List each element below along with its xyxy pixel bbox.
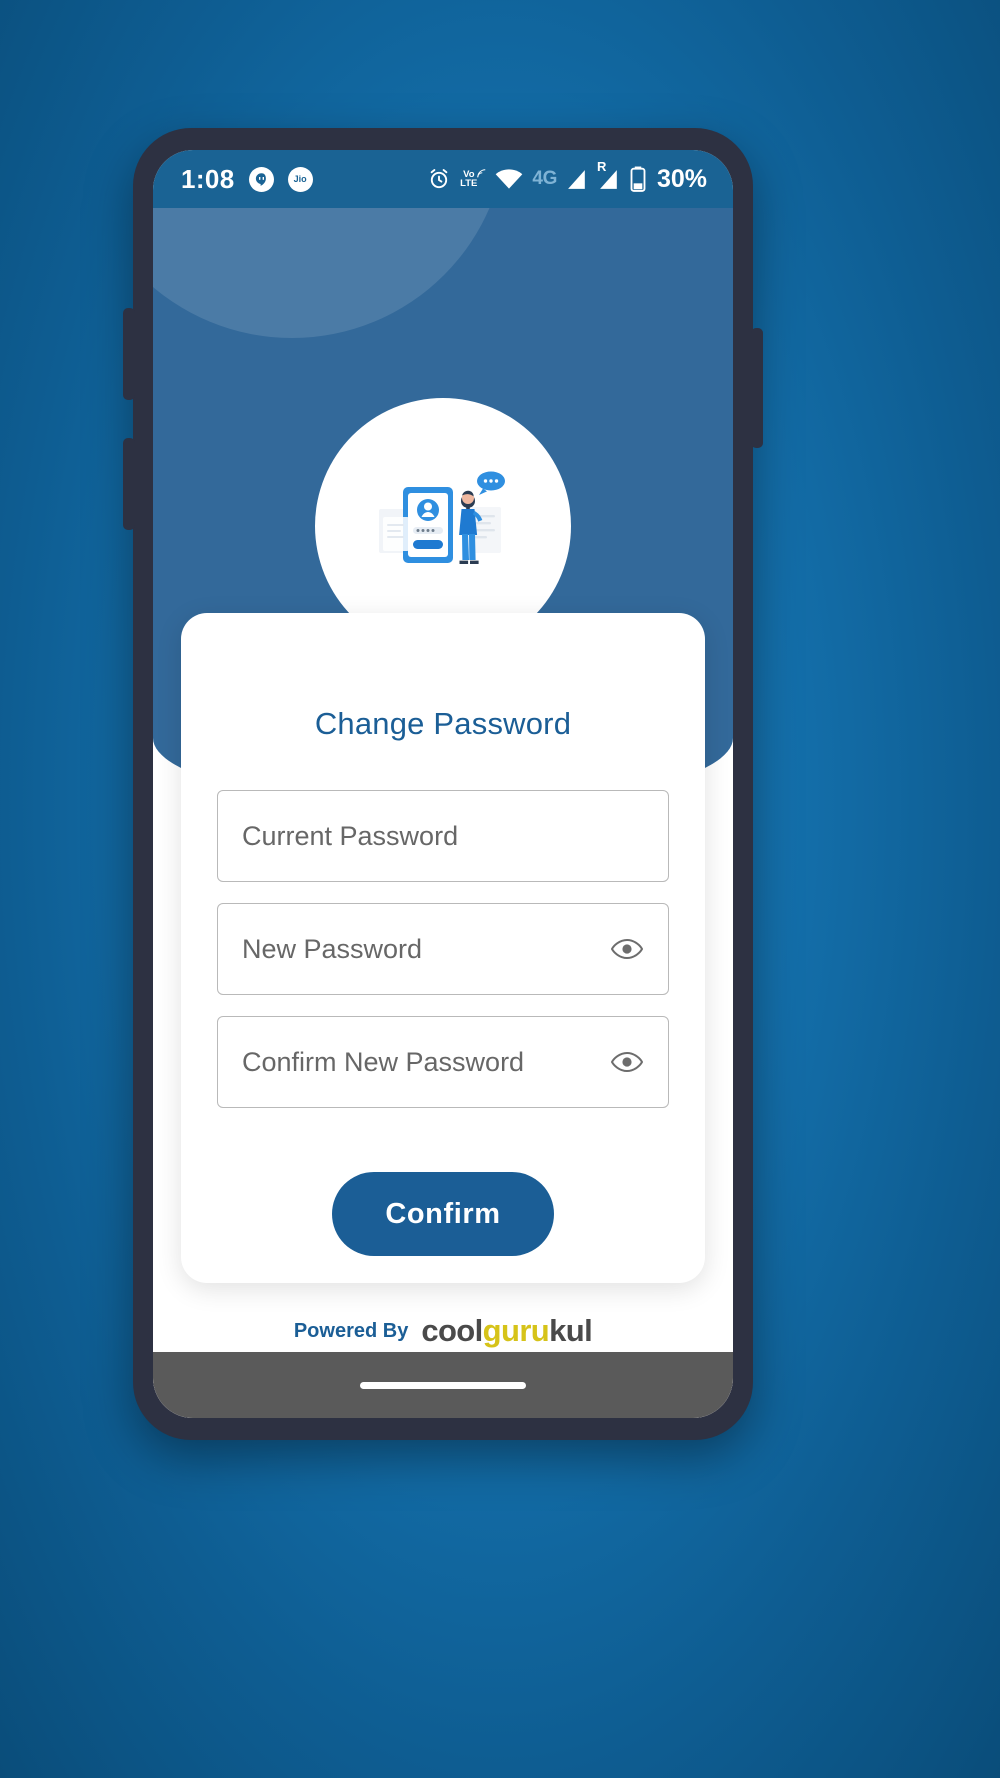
login-security-illustration — [379, 471, 505, 564]
app-content: Change Password Current Password New Pas… — [153, 208, 733, 1418]
powered-by-label: Powered By — [293, 1319, 409, 1342]
current-password-field[interactable]: Current Password — [217, 790, 669, 882]
status-bar-right: Vo LTE 4G R 30% — [427, 159, 707, 194]
roaming-label: R — [596, 158, 607, 174]
eye-icon[interactable] — [610, 932, 644, 966]
confirm-password-field[interactable]: Confirm New Password — [217, 1016, 669, 1108]
navigation-bar — [153, 1352, 733, 1418]
confirm-button[interactable]: Confirm — [332, 1172, 554, 1256]
status-time: 1:08 — [181, 163, 235, 194]
brand-part-kul: kul — [549, 1313, 593, 1348]
signal-bars-roaming-icon: R — [597, 159, 621, 191]
status-bar-left: 1:08 Jio — [181, 164, 313, 195]
battery-icon — [630, 166, 646, 192]
status-bar: 1:08 Jio Vo LTE 4G R 30% — [153, 150, 733, 208]
current-password-placeholder: Current Password — [242, 820, 459, 851]
coolgurukul-logo: coolgurukul — [421, 1313, 592, 1349]
hangouts-icon — [248, 166, 274, 192]
eye-icon[interactable] — [610, 1045, 644, 1079]
new-password-field[interactable]: New Password — [217, 903, 669, 995]
volume-down-button[interactable] — [123, 438, 135, 530]
wifi-icon — [495, 168, 523, 190]
new-password-placeholder: New Password — [242, 933, 423, 964]
phone-screen: 1:08 Jio Vo LTE 4G R 30% Change Password… — [153, 150, 733, 1418]
powered-by-footer: Powered By coolgurukul — [217, 1313, 669, 1349]
volte-icon: Vo LTE — [460, 168, 486, 189]
signal-bars-icon — [566, 168, 589, 191]
home-indicator[interactable] — [360, 1381, 526, 1389]
brand-part-cool: cool — [421, 1313, 483, 1348]
phone-device-frame: 1:08 Jio Vo LTE 4G R 30% Change Password… — [123, 128, 763, 1440]
battery-percentage: 30% — [656, 164, 707, 193]
volume-up-button[interactable] — [123, 308, 135, 400]
jio-icon: Jio — [287, 166, 313, 192]
decorative-blob — [153, 208, 507, 338]
power-button[interactable] — [751, 328, 763, 448]
brand-part-guru: guru — [482, 1313, 550, 1348]
alarm-icon — [427, 167, 451, 191]
volte-label-bottom: LTE — [460, 178, 478, 189]
confirm-password-placeholder: Confirm New Password — [242, 1046, 525, 1077]
change-password-card: Change Password Current Password New Pas… — [181, 613, 705, 1348]
page-title: Change Password — [314, 706, 572, 741]
network-type-label: 4G — [532, 168, 557, 189]
